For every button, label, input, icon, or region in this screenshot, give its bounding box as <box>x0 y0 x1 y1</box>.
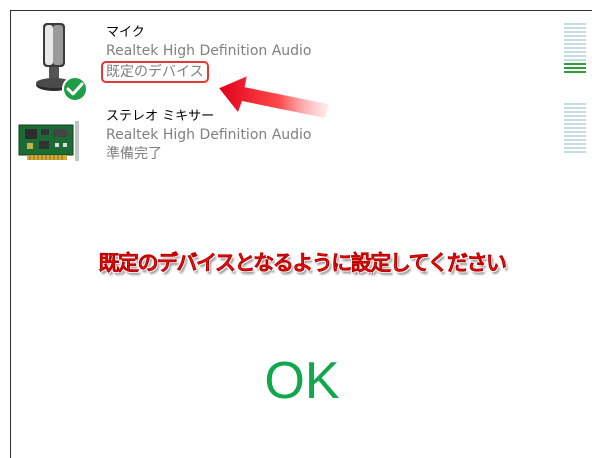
meter-segment <box>564 43 586 45</box>
instruction-text: 既定のデバイスとなるように設定してください <box>98 251 507 276</box>
meter-segment <box>564 67 586 69</box>
meter-segment <box>564 107 586 109</box>
meter-segment <box>564 135 586 137</box>
meter-segment <box>564 139 586 141</box>
meter-segment <box>564 131 586 133</box>
default-device-check-icon <box>62 76 88 101</box>
meter-segment <box>564 39 586 41</box>
level-meter <box>564 23 586 73</box>
default-device-highlight: 既定のデバイス <box>101 61 209 83</box>
meter-segment <box>564 63 586 65</box>
meter-segment <box>564 147 586 149</box>
device-driver: Realtek High Definition Audio <box>106 43 312 59</box>
sound-card-icon <box>18 121 79 161</box>
level-meter <box>564 103 586 153</box>
microphone-icon <box>36 23 88 101</box>
callout-arrow-icon <box>218 75 330 118</box>
meter-segment <box>564 119 586 121</box>
meter-segment <box>564 103 586 105</box>
device-name: マイク <box>106 25 145 40</box>
recording-devices-panel: マイク Realtek High Definition Audio 既定のデバイ… <box>10 10 592 458</box>
meter-segment <box>564 71 586 73</box>
meter-segment <box>564 123 586 125</box>
meter-segment <box>564 35 586 37</box>
meter-segment <box>564 59 586 61</box>
meter-segment <box>564 115 586 117</box>
meter-segment <box>564 127 586 129</box>
meter-segment <box>564 31 586 33</box>
meter-segment <box>564 111 586 113</box>
meter-segment <box>564 143 586 145</box>
meter-segment <box>564 51 586 53</box>
meter-segment <box>564 23 586 25</box>
meter-segment <box>564 151 586 153</box>
meter-segment <box>564 47 586 49</box>
ok-label: OK <box>264 352 340 410</box>
meter-segment <box>564 55 586 57</box>
device-status: 準備完了 <box>106 146 162 162</box>
meter-segment <box>564 27 586 29</box>
